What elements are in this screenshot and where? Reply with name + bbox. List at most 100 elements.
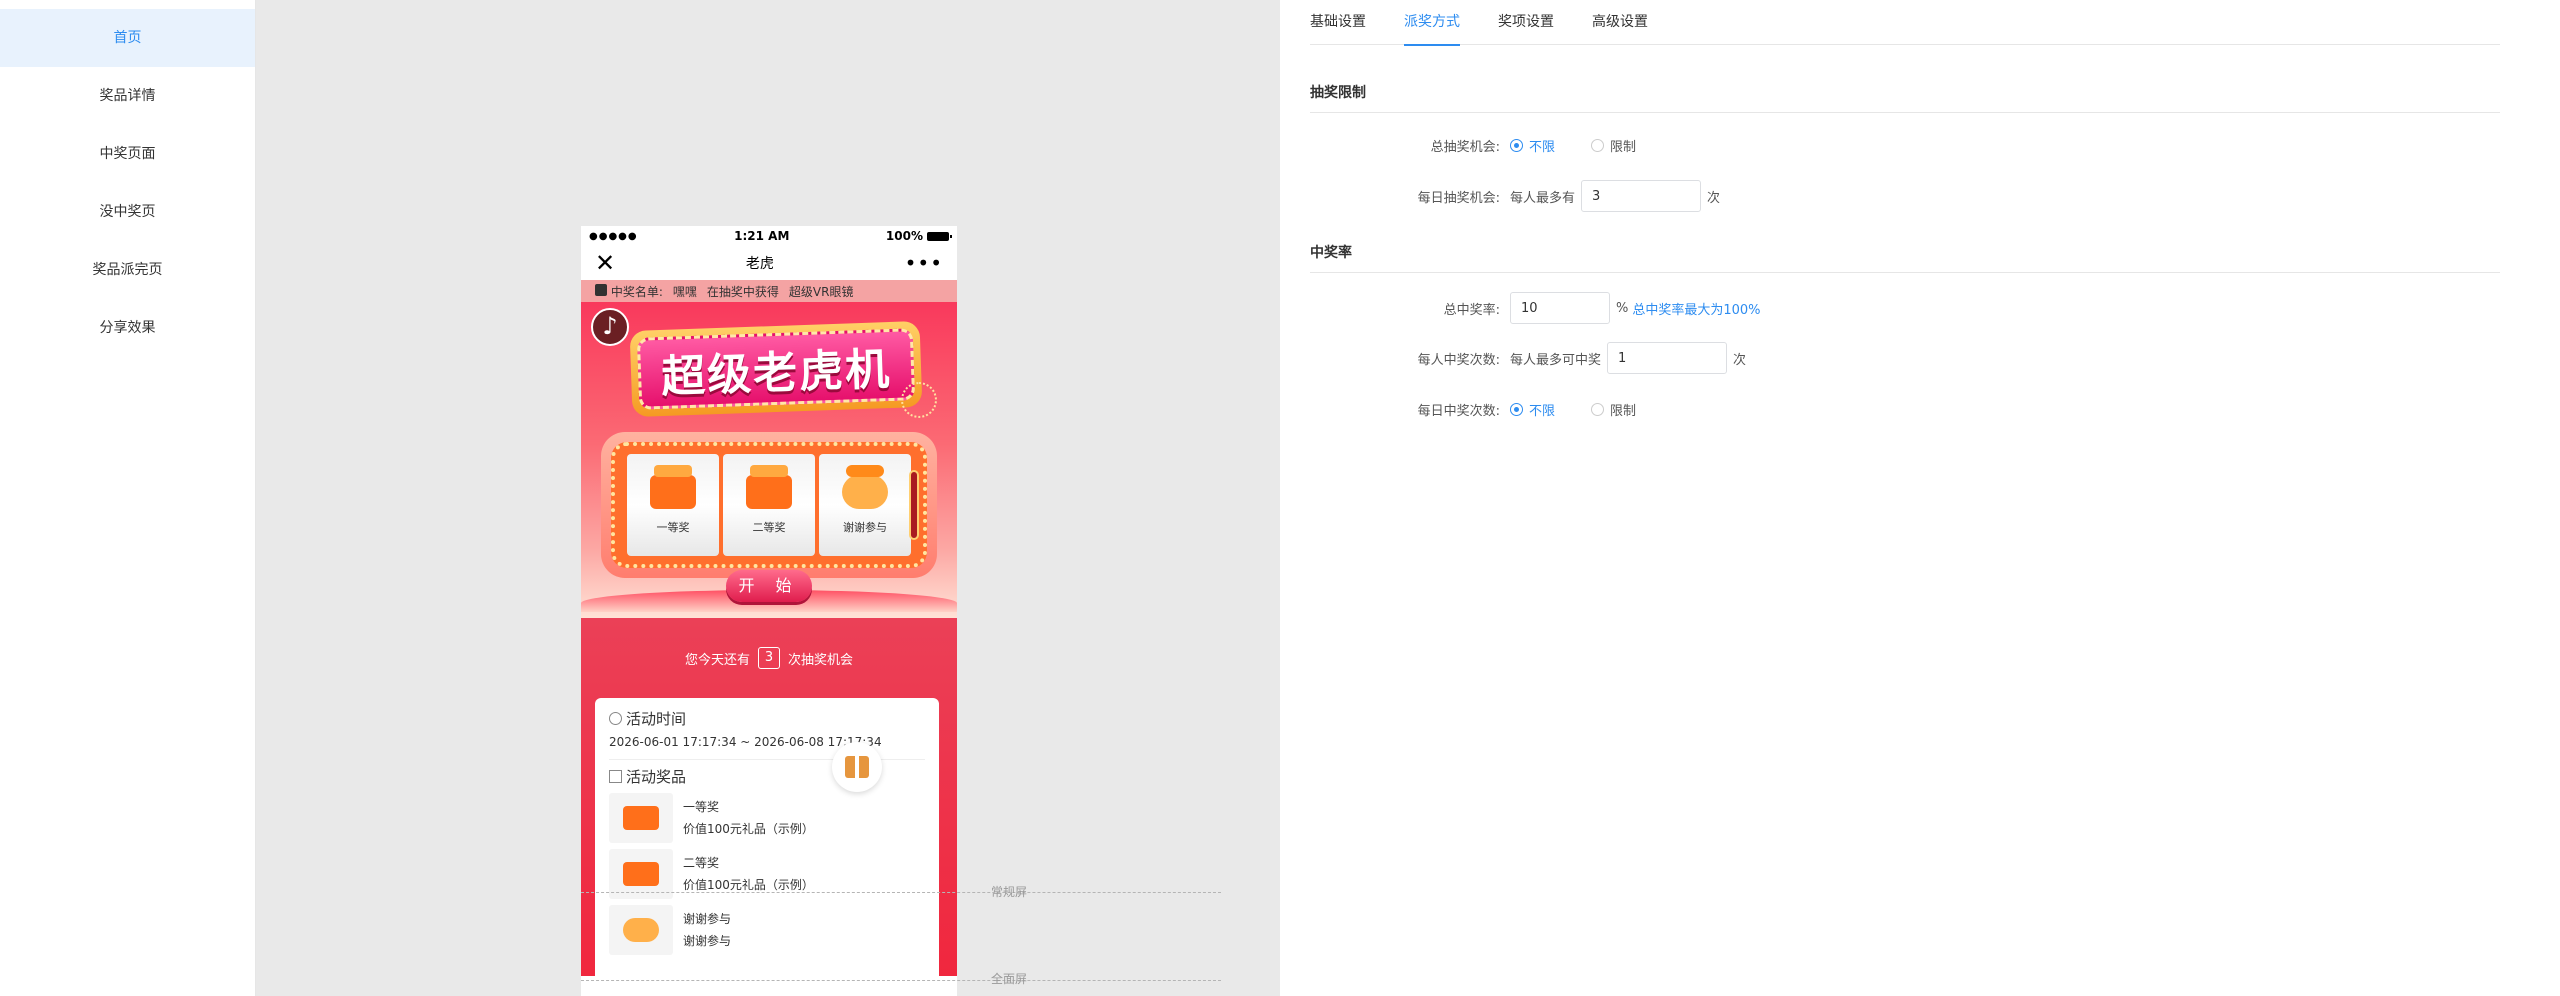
activity-time-range: 2026-06-01 17:17:34 ~ 2026-06-08 17:17:3… — [609, 735, 882, 749]
lottery-info-area: 您今天还有 3 次抽奖机会 活动时间 2026-06-01 17:17:34 ~… — [581, 618, 957, 988]
more-icon[interactable]: ••• — [905, 251, 943, 275]
remaining-chances: 您今天还有 3 次抽奖机会 — [581, 618, 957, 698]
ticker-name: 嘿嘿 — [672, 284, 697, 299]
per-person-win-row: 每人中奖次数: 每人最多可中奖 次 — [1310, 342, 1746, 374]
radio-limited[interactable]: 限制 — [1591, 136, 1636, 155]
daily-draw-suffix: 次 — [1707, 190, 1721, 206]
daily-draw-chance-label: 每日抽奖机会: — [1417, 190, 1500, 206]
total-draw-chance-label: 总抽奖机会: — [1430, 140, 1500, 155]
prize-box-icon — [650, 465, 696, 509]
prize-desc: 价值100元礼品（示例） — [683, 822, 814, 836]
reel-label: 一等奖 — [656, 521, 690, 534]
prize-thumbnail — [609, 793, 673, 843]
per-person-win-input[interactable] — [1607, 342, 1728, 374]
daily-win-row: 每日中奖次数: 不限 限制 — [1310, 400, 1672, 419]
battery-icon — [926, 231, 952, 241]
reel-label: 谢谢参与 — [843, 521, 887, 534]
prize-item: 一等奖 价值100元礼品（示例） — [609, 793, 925, 843]
tab-basic-settings[interactable]: 基础设置 — [1310, 0, 1366, 45]
radio-dot — [1591, 403, 1605, 416]
prize-item: 谢谢参与 谢谢参与 — [609, 905, 925, 955]
music-icon[interactable]: ♪ — [591, 308, 629, 346]
reel: 二等奖 — [723, 454, 815, 556]
chance-text-after: 次抽奖机会 — [788, 652, 854, 668]
drum-icon — [842, 465, 888, 509]
per-person-win-suffix: 次 — [1733, 352, 1747, 368]
phone-status-bar: ●●●●● 1:21 AM 100% — [581, 226, 957, 246]
radio-unlimited[interactable]: 不限 — [1510, 400, 1555, 419]
ticker-action: 在抽奖中获得 — [706, 284, 779, 299]
prize-name: 二等奖 — [683, 856, 720, 870]
guide-line-normal — [581, 892, 1221, 893]
daily-draw-input[interactable] — [1581, 180, 1702, 212]
reel-label: 二等奖 — [752, 521, 786, 534]
sidebar-item-sold-out-page[interactable]: 奖品派完页 — [0, 241, 255, 299]
chance-text-before: 您今天还有 — [684, 652, 750, 668]
gift-box-icon — [609, 770, 622, 783]
radio-limited[interactable]: 限制 — [1591, 400, 1636, 419]
gift-icon — [845, 756, 869, 778]
ticker-prize: 超级VR眼镜 — [788, 284, 854, 299]
tab-advanced-settings[interactable]: 高级设置 — [1592, 0, 1648, 45]
battery-status: 100% — [885, 229, 952, 243]
phone-title-bar: ✕ 老虎 ••• — [581, 246, 957, 280]
settings-panel: 基础设置 派奖方式 奖项设置 高级设置 抽奖限制 总抽奖机会: 不限 限制 每日… — [1280, 0, 2560, 996]
daily-win-label: 每日中奖次数: — [1417, 404, 1500, 419]
close-icon[interactable]: ✕ — [595, 251, 615, 275]
sidebar-item-win-page[interactable]: 中奖页面 — [0, 125, 255, 183]
per-person-win-label: 每人中奖次数: — [1417, 352, 1500, 368]
guide-label-normal: 常规屏 — [991, 885, 1028, 899]
slot-machine-stage: ♪ 超级老虎机 一等奖 二等奖 谢谢参与 开 始 — [581, 302, 957, 618]
guide-label-full: 全面屏 — [991, 972, 1028, 986]
draw-limit-title: 抽奖限制 — [1310, 82, 2500, 113]
start-button[interactable]: 开 始 — [726, 570, 812, 602]
sidebar-item-share-effect[interactable]: 分享效果 — [0, 299, 255, 357]
reel: 一等奖 — [627, 454, 719, 556]
fireworks-decoration — [901, 382, 937, 418]
tab-prize-settings[interactable]: 奖项设置 — [1498, 0, 1554, 45]
left-sidebar: 首页 奖品详情 中奖页面 没中奖页 奖品派完页 分享效果 — [0, 0, 256, 996]
activity-card: 活动时间 2026-06-01 17:17:34 ~ 2026-06-08 17… — [595, 698, 939, 988]
sidebar-item-lose-page[interactable]: 没中奖页 — [0, 183, 255, 241]
slot-machine: 一等奖 二等奖 谢谢参与 — [601, 432, 937, 578]
battery-text: 100% — [885, 229, 923, 243]
phone-page-title: 老虎 — [745, 256, 774, 272]
prize-box-icon — [746, 465, 792, 509]
radio-dot — [1510, 403, 1523, 416]
prize-name: 一等奖 — [683, 800, 720, 814]
daily-draw-chance-row: 每日抽奖机会: 每人最多有 次 — [1310, 180, 1720, 212]
total-draw-chance-row: 总抽奖机会: 不限 限制 — [1310, 136, 1672, 155]
ticker-prefix: 中奖名单: — [595, 283, 663, 300]
daily-draw-prefix: 每人最多有 — [1510, 190, 1576, 206]
win-rate-title: 中奖率 — [1310, 242, 2500, 273]
status-time: 1:21 AM — [734, 229, 790, 243]
radio-dot — [1510, 139, 1523, 152]
percent-sign: % — [1616, 300, 1629, 316]
winner-ticker: 中奖名单: 嘿嘿 在抽奖中获得 超级VR眼镜 — [581, 280, 957, 302]
gift-icon — [595, 283, 607, 296]
banner-title: 超级老虎机 — [660, 343, 892, 403]
total-win-rate-input[interactable] — [1510, 292, 1610, 324]
settings-tabs: 基础设置 派奖方式 奖项设置 高级设置 — [1310, 0, 2500, 46]
preview-canvas: ●●●●● 1:21 AM 100% ✕ 老虎 ••• 中奖名单: 嘿嘿 在抽奖… — [256, 0, 1280, 996]
radio-dot — [1591, 139, 1605, 152]
prize-desc: 谢谢参与 — [683, 934, 732, 948]
prize-thumbnail — [609, 905, 673, 955]
radio-unlimited[interactable]: 不限 — [1510, 136, 1555, 155]
sidebar-item-home[interactable]: 首页 — [0, 9, 255, 67]
tab-award-method[interactable]: 派奖方式 — [1404, 0, 1460, 46]
total-win-rate-label: 总中奖率: — [1443, 302, 1500, 318]
title-banner: 超级老虎机 — [629, 320, 923, 418]
per-person-win-prefix: 每人最多可中奖 — [1510, 352, 1602, 368]
lever-handle — [909, 470, 919, 540]
guide-line-full — [581, 980, 1221, 981]
total-win-rate-row: 总中奖率: % 总中奖率最大为100% — [1310, 292, 1761, 324]
phone-preview: ●●●●● 1:21 AM 100% ✕ 老虎 ••• 中奖名单: 嘿嘿 在抽奖… — [581, 226, 957, 996]
reel: 谢谢参与 — [819, 454, 911, 556]
floating-gift-button[interactable] — [832, 742, 882, 792]
sidebar-item-prize-details[interactable]: 奖品详情 — [0, 67, 255, 125]
activity-time-title: 活动时间 — [609, 708, 925, 729]
clock-icon — [609, 712, 622, 725]
prize-name: 谢谢参与 — [683, 912, 732, 926]
chance-count: 3 — [758, 647, 780, 669]
